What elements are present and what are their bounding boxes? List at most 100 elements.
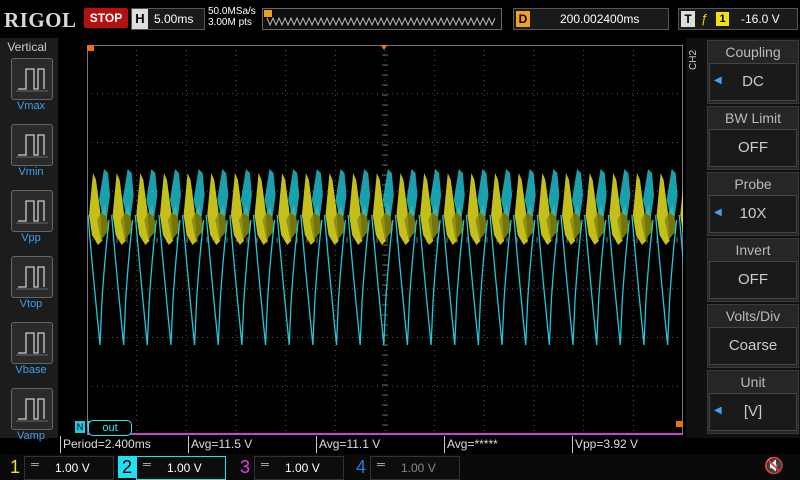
- waveform-display[interactable]: [87, 45, 683, 435]
- ch2-waveform-segment: [619, 169, 631, 217]
- menu-volts-div-value[interactable]: Coarse: [709, 327, 797, 365]
- trigger-level-marker: [676, 421, 683, 427]
- measurement-bar: Period=2.400ms Avg=11.5 V Avg=11.1 V Avg…: [58, 436, 686, 454]
- measurement-period[interactable]: Period=2.400ms: [60, 436, 187, 453]
- rising-edge-icon: ƒ: [701, 11, 709, 26]
- trigger-source: 1: [716, 12, 729, 26]
- delay-label: D: [516, 11, 530, 27]
- ch2-waveform-segment: [595, 169, 607, 217]
- ch2-waveform-segment: [477, 169, 489, 217]
- ch2-waveform-segment: [406, 169, 418, 217]
- trigger-label: T: [681, 11, 695, 27]
- menu-coupling-value[interactable]: DC: [709, 63, 797, 101]
- dc-coupling-icon: ═: [261, 459, 270, 471]
- channel-2-volts-div: 1.00 V: [167, 461, 202, 475]
- run-stop-status[interactable]: STOP: [84, 8, 128, 28]
- acquisition-info: 50.0MSa/s 3.00M pts: [208, 6, 256, 28]
- measurement-avg-ch2[interactable]: Avg=11.1 V: [316, 436, 443, 453]
- speaker-muted-icon[interactable]: 🔇: [764, 456, 784, 476]
- menu-probe-title: Probe: [734, 176, 772, 192]
- menu-invert-value[interactable]: OFF: [709, 261, 797, 299]
- menu-bw-limit[interactable]: BW Limit OFF: [707, 106, 799, 170]
- delay-box[interactable]: D 200.002400ms: [513, 8, 669, 30]
- channel-4-box[interactable]: 4 ═ 1.00 V: [352, 456, 460, 480]
- measure-vmax-button[interactable]: [11, 58, 53, 100]
- channel-3-volts-div: 1.00 V: [285, 461, 320, 475]
- channel-2-box[interactable]: 2 ═ 1.00 V: [118, 456, 226, 480]
- ch2-waveform-segment: [99, 169, 110, 217]
- measure-vpp-button[interactable]: [11, 190, 53, 232]
- menu-invert-title: Invert: [735, 242, 771, 258]
- ch2-waveform-segment: [548, 169, 560, 217]
- measurement-vpp[interactable]: Vpp=3.92 V: [572, 436, 685, 453]
- measure-vamp-button[interactable]: [11, 388, 53, 430]
- measurement-avg-ch3[interactable]: Avg=*****: [444, 436, 571, 453]
- ch2-waveform-segment: [572, 169, 584, 217]
- ch2-waveform-segment: [335, 169, 347, 217]
- menu-invert[interactable]: Invert OFF: [707, 238, 799, 302]
- channel-4-number: 4: [355, 457, 366, 477]
- channel-4-scale: ═ 1.00 V: [370, 456, 460, 480]
- channel-3-box[interactable]: 3 ═ 1.00 V: [236, 456, 344, 480]
- menu-unit-title: Unit: [740, 374, 766, 390]
- ch1-level-marker: [87, 45, 94, 51]
- vpp-icon: [16, 200, 48, 224]
- menu-bw-limit-value[interactable]: OFF: [709, 129, 797, 167]
- ch2-waveform-segment: [169, 169, 181, 217]
- memory-position-marker: [264, 10, 272, 17]
- menu-unit[interactable]: Unit [V] ◀: [707, 370, 799, 434]
- ch2-waveform-segment: [217, 169, 229, 217]
- vmin-icon: [16, 134, 48, 158]
- menu-coupling[interactable]: Coupling DC ◀: [707, 40, 799, 104]
- waveform-label[interactable]: out: [88, 420, 132, 436]
- channel-2-scale: ═ 1.00 V: [136, 456, 226, 480]
- ch2-waveform-segment: [240, 169, 252, 217]
- memory-overview[interactable]: [262, 8, 502, 30]
- channel-status-bar: 1 ═ 1.00 V 2 ═ 1.00 V 3 ═ 1.00 V 4 ═ 1.00 V 🔇: [0, 454, 800, 480]
- menu-probe-value[interactable]: 10X: [709, 195, 797, 233]
- timebase-label: H: [132, 9, 148, 29]
- memory-waveform-trace: [266, 16, 496, 27]
- ch2-waveform-segment: [524, 169, 536, 217]
- channel-1-scale: ═ 1.00 V: [24, 456, 114, 480]
- menu-probe[interactable]: Probe 10X ◀: [707, 172, 799, 236]
- ch2-waveform-segment: [193, 169, 205, 217]
- dc-coupling-icon: ═: [31, 459, 40, 471]
- channel-1-box[interactable]: 1 ═ 1.00 V: [6, 456, 114, 480]
- ch2-waveform-segment: [642, 169, 654, 217]
- menu-volts-div-title: Volts/Div: [725, 308, 781, 324]
- measure-vtop-label: Vtop: [19, 298, 43, 310]
- ch2-waveform-segment: [288, 169, 300, 217]
- measure-vbase-button[interactable]: [11, 322, 53, 364]
- channel-1-number: 1: [9, 457, 20, 477]
- trigger-box[interactable]: T ƒ 1 -16.0 V: [678, 8, 798, 30]
- menu-unit-value[interactable]: [V]: [709, 393, 797, 431]
- ch2-waveform-segment: [122, 169, 134, 217]
- channel-marker: N: [75, 421, 85, 433]
- ch2-waveform-segment: [453, 169, 465, 217]
- measure-vtop-button[interactable]: [11, 256, 53, 298]
- rotate-knob-icon: ◀: [714, 75, 722, 86]
- measure-vmin-label: Vmin: [18, 166, 44, 178]
- vbase-icon: [16, 332, 48, 356]
- menu-volts-div[interactable]: Volts/Div Coarse: [707, 304, 799, 368]
- memory-overview-waveform: [264, 10, 496, 27]
- measure-vbase-label: Vbase: [15, 364, 47, 376]
- rotate-knob-icon: ◀: [714, 207, 722, 218]
- menu-channel-label: CH2: [688, 49, 699, 70]
- measure-vpp-label: Vpp: [21, 232, 41, 244]
- graticule: [87, 45, 683, 435]
- sample-rate: 50.0MSa/s: [208, 6, 256, 17]
- memory-depth: 3.00M pts: [208, 17, 252, 28]
- dc-coupling-icon: ═: [143, 459, 152, 471]
- timebase-box[interactable]: H 5.00ms: [131, 8, 205, 30]
- dc-coupling-icon: ═: [377, 459, 386, 471]
- rotate-knob-icon: ◀: [714, 405, 722, 416]
- measure-vmin-button[interactable]: [11, 124, 53, 166]
- vmax-icon: [16, 68, 48, 92]
- measure-vamp-label: Vamp: [17, 430, 45, 442]
- measurement-avg-ch1[interactable]: Avg=11.5 V: [188, 436, 315, 453]
- ch2-waveform-segment: [382, 169, 394, 217]
- channel-2-number: 2: [118, 456, 136, 478]
- channel-3-number: 3: [239, 457, 250, 477]
